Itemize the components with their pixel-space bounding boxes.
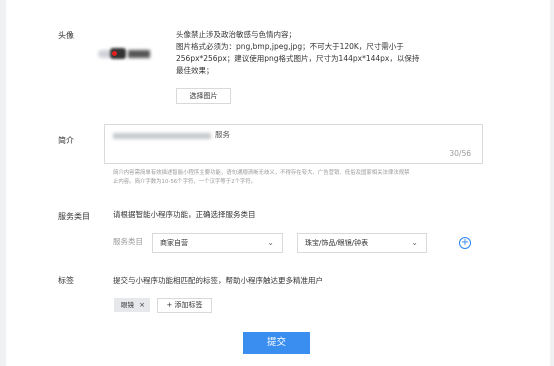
avatar-rule-4: 最佳效果； (176, 66, 214, 75)
category-select-secondary[interactable]: 珠宝/饰品/眼镜/钟表 ⌄ (297, 233, 427, 253)
plus-circle-icon[interactable]: + (459, 237, 471, 249)
add-tag-button[interactable]: + 添加标签 (157, 298, 212, 313)
chevron-down-icon: ⌄ (411, 238, 418, 247)
close-icon[interactable]: × (139, 298, 145, 312)
category-select-primary[interactable]: 商家自营 ⌄ (152, 233, 283, 253)
avatar-label: 头像 (58, 31, 74, 40)
tag-item-label: 眼镜 (121, 301, 134, 309)
avatar-image (98, 45, 156, 61)
intro-hint-1: 简介内容需简单有效描述智能小程序主要功能，语句通顺清晰无歧义，不得存在夸大、广告… (113, 170, 410, 176)
intro-char-counter: 30/56 (449, 149, 471, 158)
service-category-label: 服务类目 (58, 212, 90, 221)
intro-hint-2: 止内容。简介字数为10-56个字符，一个汉字等于2个字符。 (113, 179, 257, 185)
service-instruction: 请根据智能小程序功能，正确选择服务类目 (113, 210, 256, 219)
avatar-rule-3: 256px*256px；建议使用png格式图片，尺寸为144px*144px，以… (176, 54, 420, 63)
tag-item: 眼镜 × (114, 298, 150, 312)
category-secondary-value: 珠宝/饰品/眼镜/钟表 (305, 239, 369, 247)
tags-instruction: 提交与小程序功能相匹配的标签，帮助小程序触达更多精准用户 (113, 276, 323, 285)
avatar-rule-1: 头像禁止涉及政治敏感与色情内容； (176, 30, 296, 39)
avatar-rule-2: 图片格式必须为：png,bmp,jpeg,jpg；不可大于120K，尺寸需小于 (176, 42, 404, 51)
intro-textarea[interactable]: 服务 30/56 (104, 124, 483, 164)
category-primary-value: 商家自营 (160, 239, 188, 247)
service-sub-label: 服务类目 (113, 237, 143, 246)
choose-image-button[interactable]: 选择图片 (176, 88, 231, 104)
submit-button[interactable]: 提交 (243, 332, 310, 354)
chevron-down-icon: ⌄ (267, 238, 274, 247)
intro-label: 简介 (58, 136, 74, 145)
intro-value: 服务 (215, 130, 230, 139)
tags-label: 标签 (58, 276, 74, 285)
